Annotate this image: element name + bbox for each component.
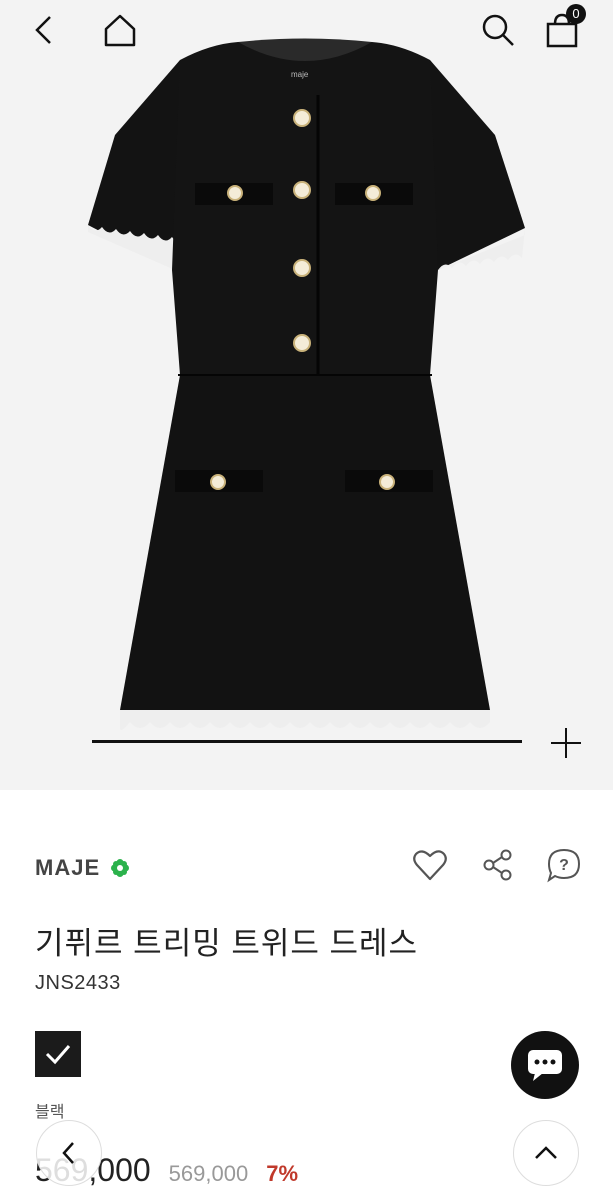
product-image-area[interactable]: maje bbox=[0, 0, 613, 790]
zoom-plus-button[interactable] bbox=[545, 722, 587, 764]
checkmark-icon bbox=[45, 1045, 71, 1065]
plus-icon bbox=[551, 728, 581, 758]
product-title: 기퓌르 트리밍 트위드 드레스 bbox=[35, 926, 419, 961]
image-slider-track[interactable] bbox=[92, 740, 522, 743]
cart-count-badge: 0 bbox=[566, 4, 586, 24]
chevron-up-icon bbox=[535, 1146, 557, 1159]
color-name: 블랙 bbox=[35, 1104, 65, 1121]
qna-button[interactable]: ? bbox=[544, 845, 584, 885]
search-icon bbox=[482, 14, 514, 46]
discount-rate: 7% bbox=[266, 1161, 298, 1186]
search-button[interactable] bbox=[476, 8, 520, 52]
prev-page-button[interactable] bbox=[36, 1120, 102, 1186]
home-button[interactable] bbox=[98, 8, 142, 52]
flower-badge-icon bbox=[111, 859, 130, 877]
share-button[interactable] bbox=[478, 845, 518, 885]
svg-text:?: ? bbox=[559, 857, 569, 874]
chat-bubble-icon bbox=[528, 1050, 562, 1081]
product-image: maje bbox=[88, 38, 525, 730]
garment-label: maje bbox=[291, 70, 309, 79]
cart-button[interactable]: 0 bbox=[540, 4, 586, 52]
home-icon bbox=[104, 14, 136, 47]
product-code: JNS2433 bbox=[35, 972, 121, 994]
chevron-left-icon bbox=[62, 1142, 74, 1164]
chat-button[interactable] bbox=[511, 1031, 579, 1099]
question-bubble-icon: ? bbox=[547, 848, 581, 883]
share-icon bbox=[483, 849, 512, 881]
top-navigation: 0 bbox=[0, 0, 613, 64]
brand-row: MAJE bbox=[35, 850, 130, 886]
color-swatch-selected[interactable] bbox=[35, 1031, 81, 1077]
wishlist-button[interactable] bbox=[410, 845, 450, 885]
back-button[interactable] bbox=[22, 8, 66, 52]
chevron-left-icon bbox=[35, 16, 51, 44]
scroll-top-button[interactable] bbox=[513, 1120, 579, 1186]
brand-name[interactable]: MAJE bbox=[35, 855, 100, 881]
original-price: 569,000 bbox=[168, 1161, 249, 1186]
heart-icon bbox=[413, 850, 447, 881]
